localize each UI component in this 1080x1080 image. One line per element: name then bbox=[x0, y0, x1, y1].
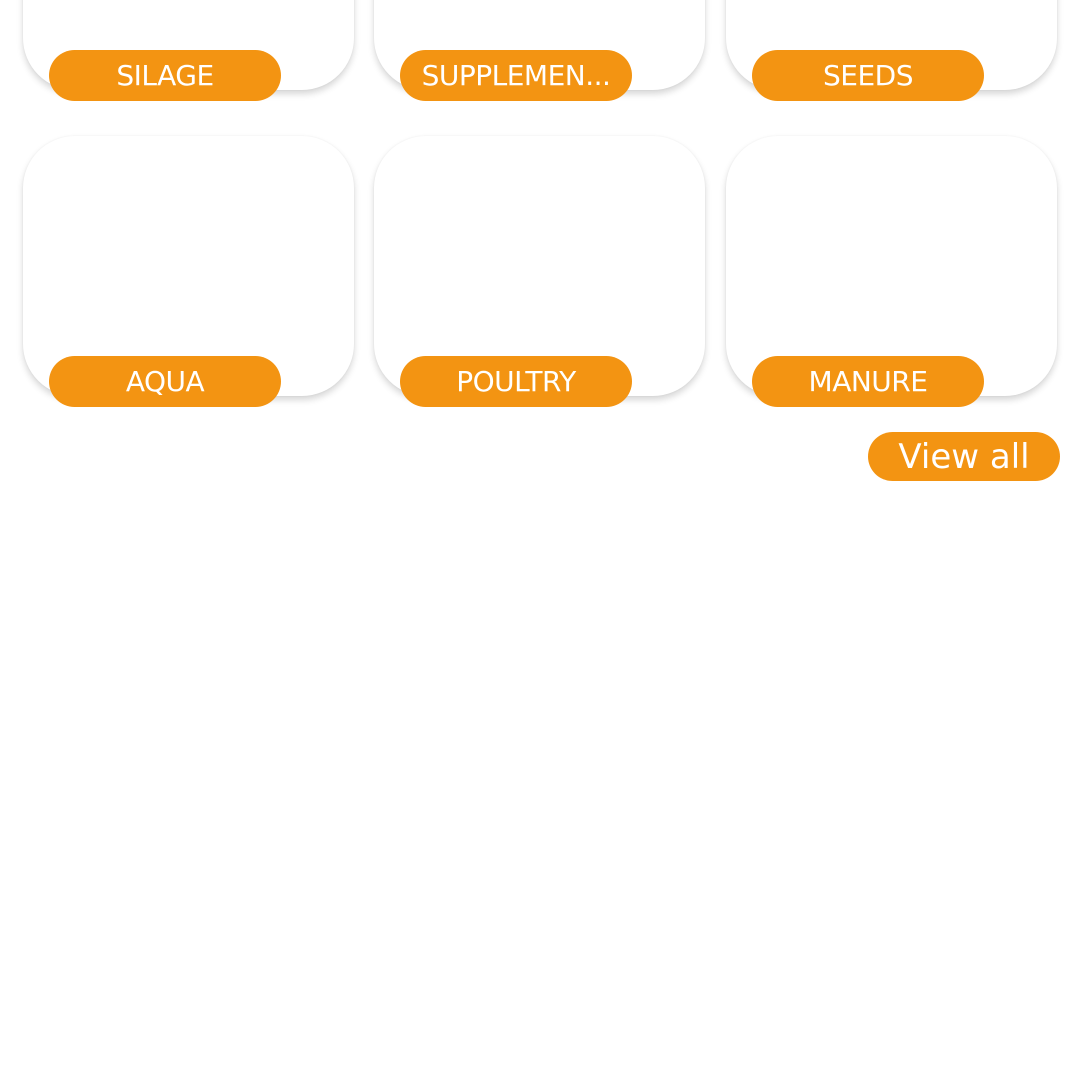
category-label: SUPPLEMEN... bbox=[421, 59, 611, 92]
category-label-pill: AQUA bbox=[49, 356, 281, 407]
category-label: SEEDS bbox=[823, 59, 914, 92]
category-card-seeds[interactable]: SEEDS bbox=[726, 0, 1057, 101]
category-card-aqua[interactable]: AQUA bbox=[23, 136, 354, 407]
category-card-silage[interactable]: SILAGE bbox=[23, 0, 354, 101]
category-card-poultry[interactable]: POULTRY bbox=[374, 136, 705, 407]
view-all-button[interactable]: View all bbox=[868, 432, 1060, 481]
category-label-pill: SILAGE bbox=[49, 50, 281, 101]
category-card-manure[interactable]: MANURE bbox=[726, 136, 1057, 407]
category-label-pill: SUPPLEMEN... bbox=[400, 50, 632, 101]
category-label: POULTRY bbox=[456, 365, 576, 398]
category-label-pill: MANURE bbox=[752, 356, 984, 407]
category-label: SILAGE bbox=[116, 59, 214, 92]
category-label: AQUA bbox=[125, 365, 205, 398]
category-label-pill: POULTRY bbox=[400, 356, 632, 407]
view-all-label: View all bbox=[898, 436, 1030, 477]
category-card-supplements[interactable]: SUPPLEMEN... bbox=[374, 0, 705, 101]
category-label-pill: SEEDS bbox=[752, 50, 984, 101]
category-label: MANURE bbox=[808, 365, 928, 398]
